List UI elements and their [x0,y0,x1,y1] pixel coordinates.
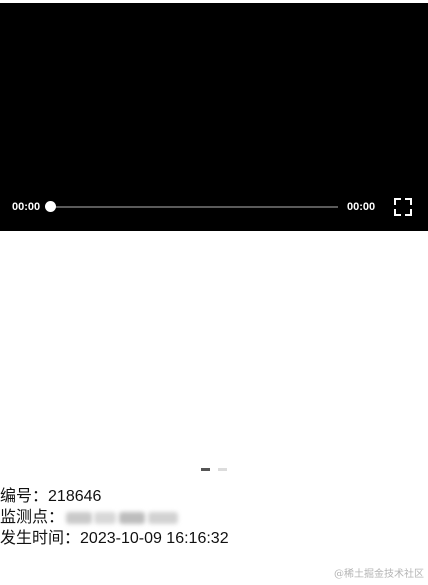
record-location-label: 监测点： [0,509,65,526]
fullscreen-icon [394,198,412,216]
player-controls: 00:00 00:00 [0,197,428,217]
watermark: @稀土掘金技术社区 [334,569,424,580]
record-time-row: 发生时间：2023-10-09 16:16:32 [0,528,428,549]
page: 00:00 00:00 编号：218646 监测点： 发生时间：2023-10-… [0,0,428,585]
carousel-dot[interactable] [218,468,227,471]
record-time-value: 2023-10-09 16:16:32 [80,530,229,547]
carousel-indicators [201,468,231,471]
progress-thumb[interactable] [45,201,56,212]
record-location-value-blurred [64,507,182,528]
record-id-label: 编号： [0,488,49,505]
record-time-label: 发生时间： [0,530,81,547]
video-player[interactable]: 00:00 00:00 [0,3,428,231]
progress-track[interactable] [50,206,338,208]
current-time: 00:00 [12,201,41,213]
duration-time: 00:00 [347,201,376,213]
record-location-row: 监测点： [0,507,428,528]
carousel-dot[interactable] [201,468,210,471]
record-id-value: 218646 [48,488,102,505]
fullscreen-button[interactable] [393,197,413,217]
record-info: 编号：218646 监测点： 发生时间：2023-10-09 16:16:32 [0,486,428,549]
record-id-row: 编号：218646 [0,486,428,507]
